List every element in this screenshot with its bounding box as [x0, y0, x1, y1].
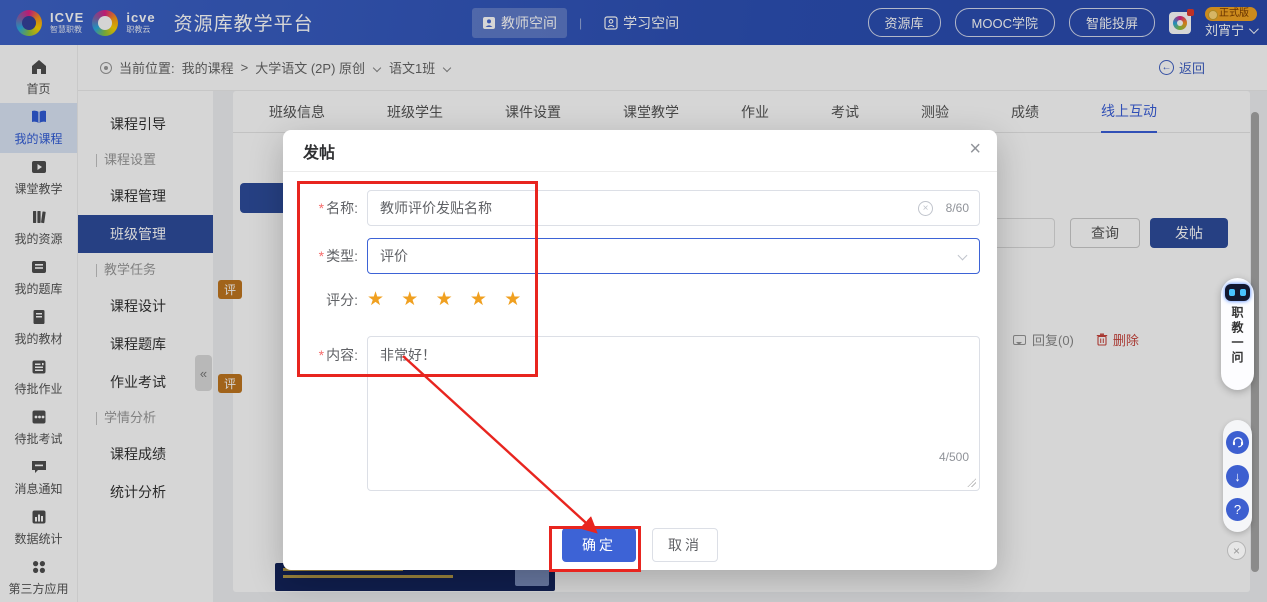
required-mark: *	[319, 248, 324, 264]
name-input-wrap: × 8/60	[367, 190, 980, 226]
help-button[interactable]: ?	[1226, 498, 1249, 521]
download-button[interactable]: ↓	[1226, 465, 1249, 488]
required-mark: *	[319, 200, 324, 216]
star-rating[interactable]: ★ ★ ★ ★ ★	[367, 288, 527, 311]
type-select[interactable]: 评价	[367, 238, 980, 274]
cancel-button[interactable]: 取消	[652, 528, 718, 562]
type-label: *类型:	[297, 246, 358, 266]
post-dialog: 发帖 × *名称: × 8/60 *类型: 评价 评分: ★ ★ ★ ★ ★ *…	[283, 130, 997, 570]
type-select-value: 评价	[380, 246, 408, 266]
name-field-row: *名称: × 8/60	[297, 190, 980, 226]
robot-icon	[1225, 284, 1250, 301]
assistant-widget[interactable]: 职教一问	[1221, 278, 1254, 390]
content-field-row: *内容: 非常好！ 4/500	[297, 336, 980, 491]
headset-icon	[1231, 435, 1245, 449]
required-mark: *	[319, 347, 324, 363]
dialog-header: 发帖 ×	[283, 130, 997, 172]
content-char-counter: 4/500	[939, 450, 969, 464]
select-chevron-icon	[958, 251, 968, 261]
dialog-title: 发帖	[303, 139, 335, 163]
confirm-button[interactable]: 确定	[562, 528, 636, 562]
name-input[interactable]	[380, 200, 915, 216]
floating-close-button[interactable]: ×	[1227, 541, 1246, 560]
clear-input-icon[interactable]: ×	[918, 201, 933, 216]
robot-eye	[1229, 289, 1235, 296]
floating-toolbar: ↓ ?	[1223, 420, 1252, 532]
content-textarea[interactable]: 非常好！	[368, 337, 979, 490]
rating-field-row: 评分: ★ ★ ★ ★ ★	[297, 288, 527, 311]
name-char-counter: 8/60	[946, 201, 969, 215]
content-textarea-wrap: 非常好！ 4/500	[367, 336, 980, 491]
content-label: *内容:	[297, 345, 358, 365]
page: ICVE 智慧职教 icve 职教云 资源库教学平台 教师空间 |	[0, 0, 1267, 602]
textarea-resize-handle[interactable]	[967, 478, 976, 487]
assistant-label: 职教一问	[1229, 306, 1246, 366]
support-button[interactable]	[1226, 431, 1249, 454]
dialog-footer: 确定 取消	[283, 528, 997, 562]
close-icon[interactable]: ×	[969, 139, 981, 159]
rating-label: 评分:	[297, 290, 358, 310]
robot-eye	[1240, 289, 1246, 296]
name-label: *名称:	[297, 198, 358, 218]
type-field-row: *类型: 评价	[297, 238, 980, 274]
